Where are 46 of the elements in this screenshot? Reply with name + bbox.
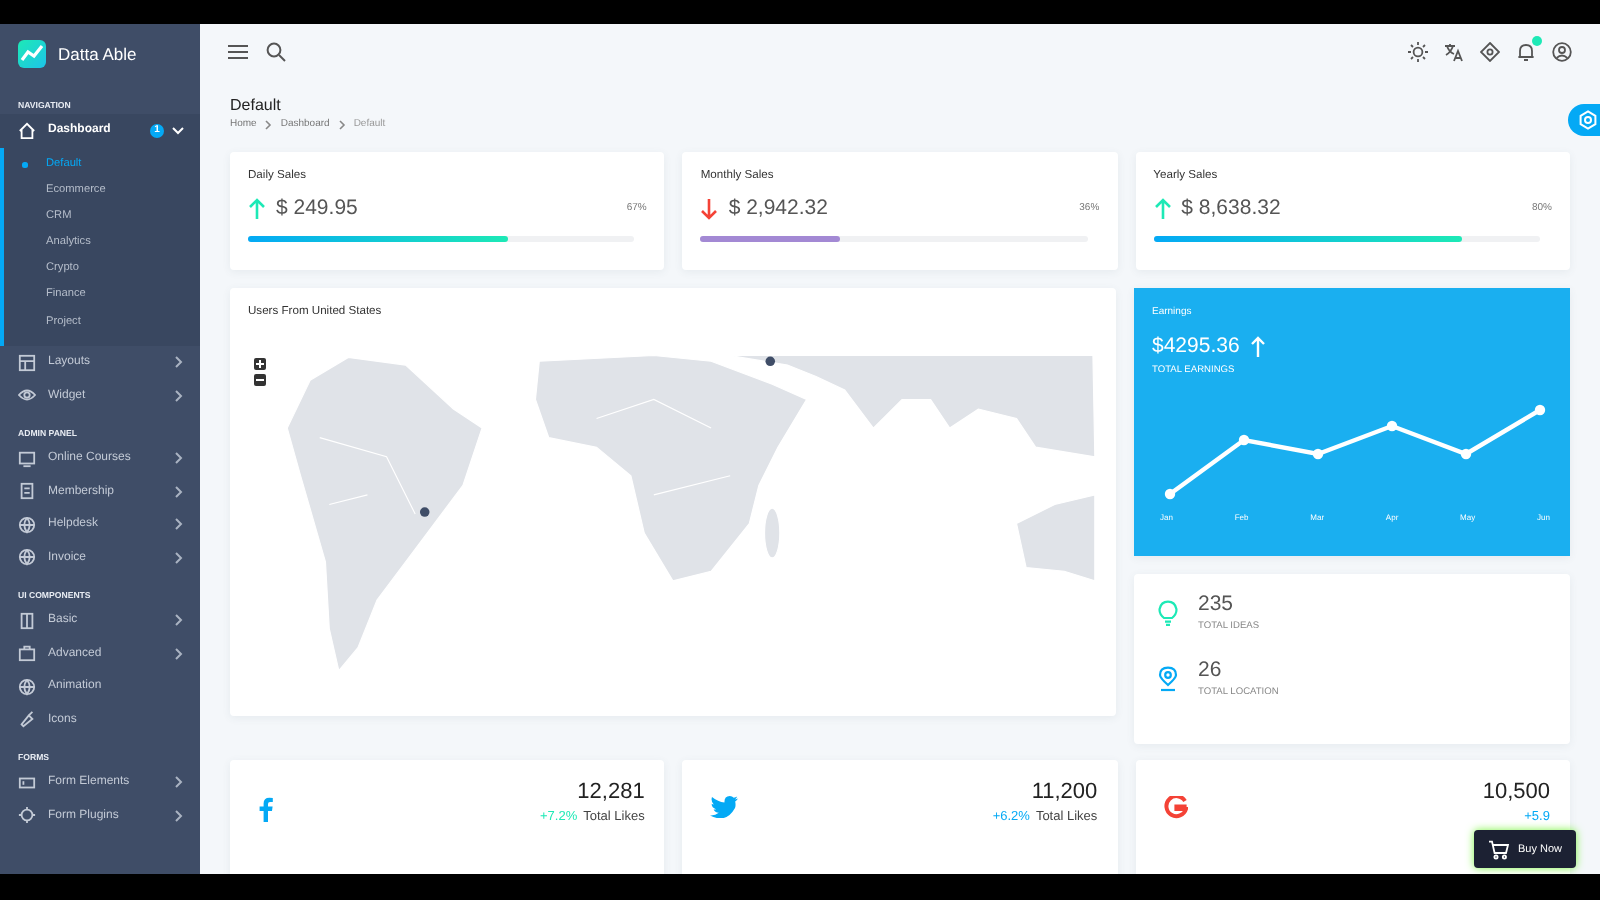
globe-icon xyxy=(18,677,36,696)
likes-count: 11,200 xyxy=(1031,780,1098,804)
bell-icon[interactable] xyxy=(1516,42,1536,62)
brand-name: Datta Able xyxy=(58,44,137,64)
plus-icon xyxy=(256,360,264,368)
menu-icon[interactable] xyxy=(228,44,248,60)
globe-icon xyxy=(18,548,36,567)
map-marker xyxy=(765,356,776,367)
eye-icon xyxy=(18,386,36,405)
likes-count: 10,500 xyxy=(1482,780,1550,804)
page-title: Default xyxy=(230,96,283,114)
translate-icon[interactable] xyxy=(1444,42,1464,62)
book-icon xyxy=(18,611,36,630)
settings-icon xyxy=(1577,110,1597,130)
sun-icon[interactable] xyxy=(1408,42,1428,62)
layout-icon xyxy=(18,353,36,372)
briefcase-icon xyxy=(18,644,36,663)
home-icon xyxy=(18,121,36,140)
f-logo-icon xyxy=(258,796,274,822)
diamond-icon[interactable] xyxy=(1480,42,1500,62)
bird-icon xyxy=(710,796,739,818)
sales-amount: $ 249.95 xyxy=(276,196,360,220)
g-logo-icon xyxy=(1163,796,1188,820)
cart-icon xyxy=(1487,839,1510,859)
lightbulb-icon xyxy=(1158,599,1178,625)
minus-icon xyxy=(256,376,264,384)
user-icon[interactable] xyxy=(1552,42,1572,62)
zoom-in-button[interactable] xyxy=(254,358,266,370)
form-icon xyxy=(18,773,36,792)
map-marker xyxy=(419,507,430,517)
location-pin-icon xyxy=(1158,665,1178,691)
sales-amount: $ 2,942.32 xyxy=(728,196,830,220)
likes-count: 12,281 xyxy=(577,780,645,804)
logo-icon xyxy=(18,40,46,68)
globe-icon xyxy=(18,515,36,534)
chevron-icon xyxy=(264,119,273,129)
sales-amount: $ 8,638.32 xyxy=(1181,196,1283,220)
search-icon[interactable] xyxy=(266,42,286,62)
monitor-icon xyxy=(18,449,36,468)
earnings-amount: $4295.36 xyxy=(1152,334,1240,358)
total-value: 26 xyxy=(1198,658,1224,682)
chevron-icon xyxy=(337,119,346,129)
total-value: 235 xyxy=(1198,592,1236,616)
brush-icon xyxy=(18,710,36,729)
zoom-out-button[interactable] xyxy=(254,374,266,386)
settings-button[interactable] xyxy=(1568,104,1600,136)
